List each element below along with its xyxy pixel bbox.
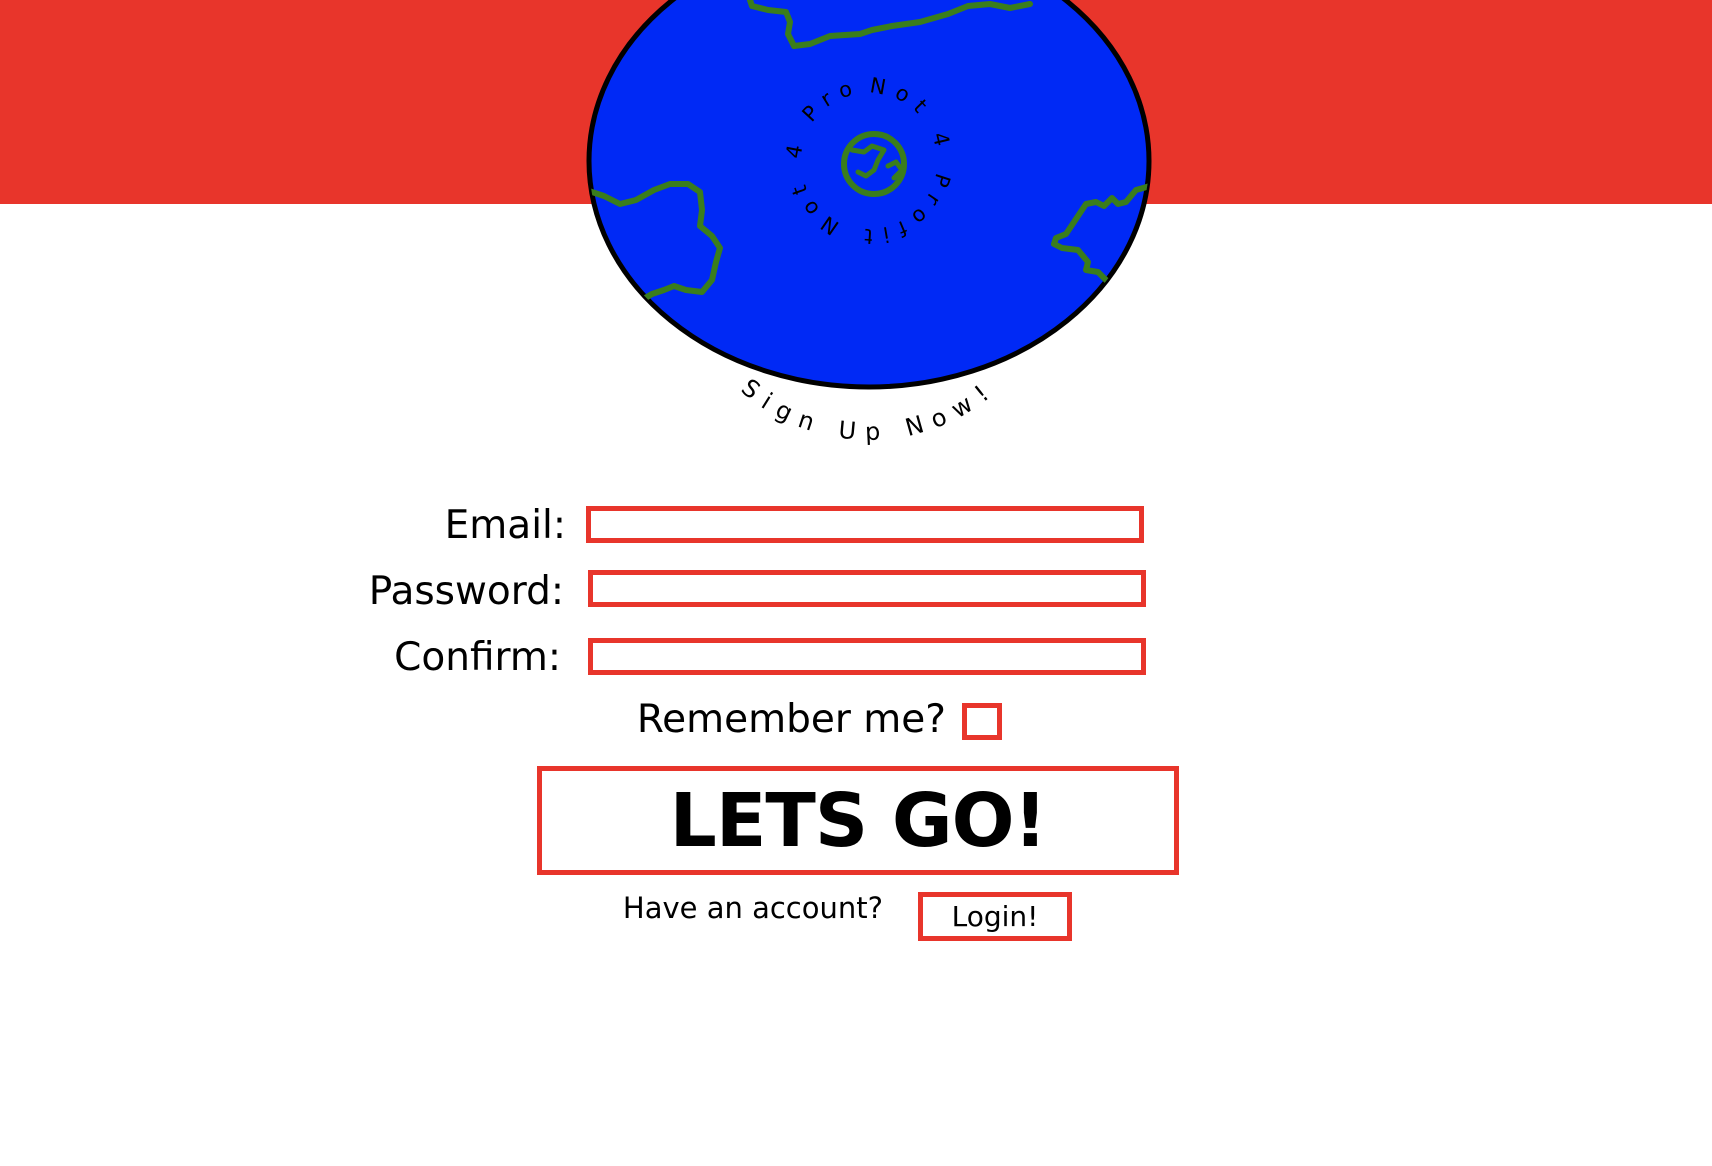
globe-logo: Not 4 Profit Not 4 Profit Sign Up Now! — [0, 0, 1152, 446]
password-field[interactable] — [588, 570, 1146, 607]
confirm-label: Confirm: — [394, 635, 561, 680]
email-field[interactable] — [586, 506, 1144, 543]
confirm-password-field[interactable] — [588, 638, 1146, 675]
login-button[interactable]: Login! — [918, 892, 1072, 941]
lets-go-button[interactable]: LETS GO! — [537, 766, 1179, 875]
email-label: Email: — [444, 503, 566, 548]
password-label: Password: — [368, 569, 564, 614]
remember-me-checkbox[interactable] — [962, 703, 1002, 740]
have-account-text: Have an account? — [622, 891, 883, 925]
remember-me-label: Remember me? — [636, 697, 946, 742]
